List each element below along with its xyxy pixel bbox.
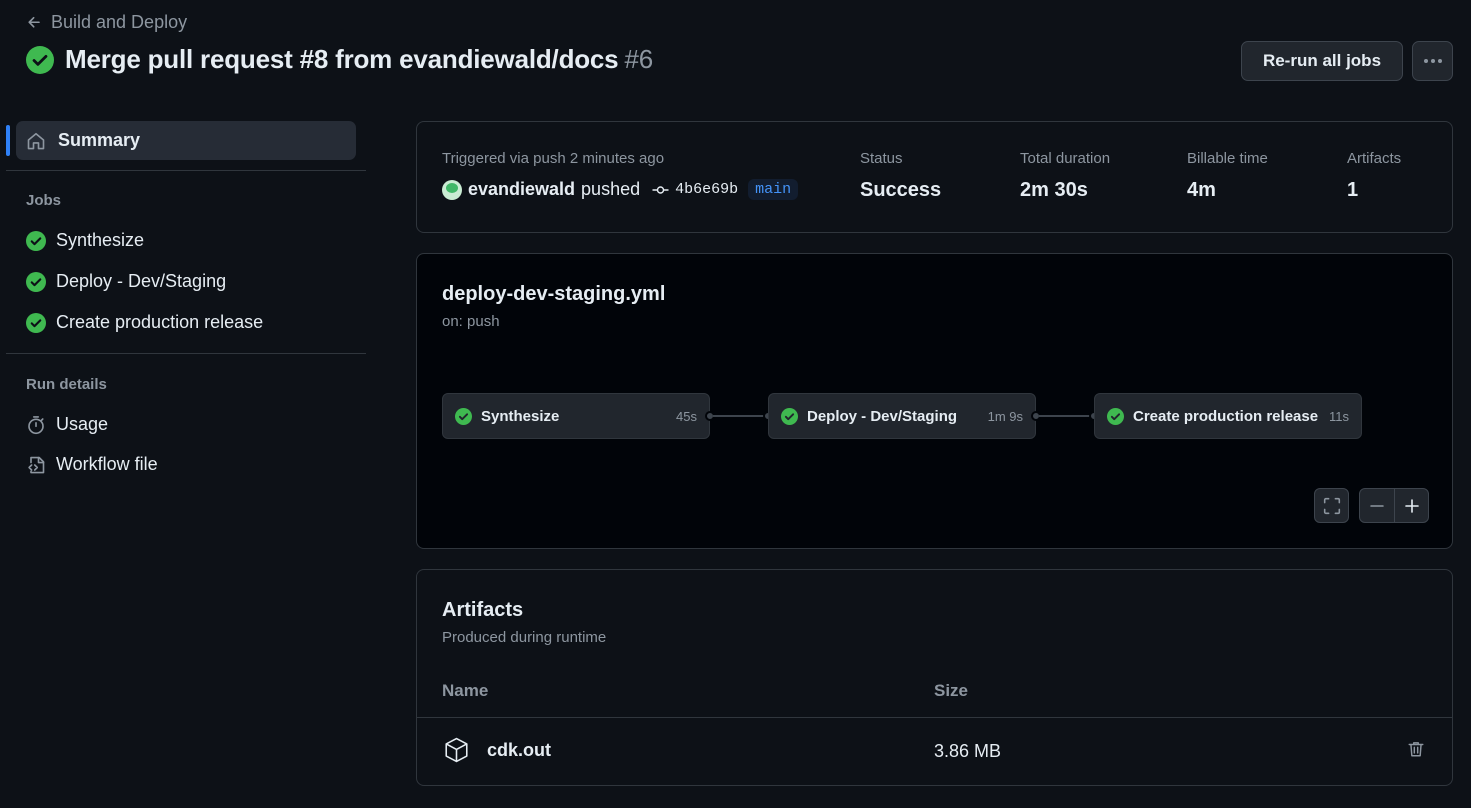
job-node-name: Synthesize	[481, 407, 560, 425]
git-commit-icon	[652, 185, 669, 194]
job-node-create-production-release[interactable]: Create production release 11s	[1094, 393, 1362, 439]
artifact-link[interactable]: cdk.out	[442, 735, 551, 765]
sidebar-item-usage[interactable]: Usage	[26, 414, 108, 435]
avatar[interactable]	[442, 179, 462, 200]
duration-column: Total duration 2m 30s	[1020, 150, 1110, 202]
status-value: Success	[860, 179, 942, 201]
trigger-info: Triggered via push 2 minutes ago evandie…	[442, 150, 799, 200]
job-node-duration: 45s	[676, 408, 697, 424]
column-header-size: Size	[934, 681, 969, 700]
check-circle-fill-icon	[1107, 407, 1124, 425]
back-link[interactable]: Build and Deploy	[26, 12, 187, 33]
status-column: Status Success	[860, 150, 941, 202]
job-node-name: Create production release	[1133, 407, 1319, 425]
screen-full-icon	[1323, 497, 1340, 514]
status-label: Status	[860, 150, 903, 167]
workflow-graph-card: deploy-dev-staging.yml on: push Synthesi…	[416, 253, 1453, 549]
more-options-button[interactable]	[1412, 41, 1453, 81]
sidebar-item-label: Workflow file	[56, 454, 158, 474]
sidebar-item-deploy-dev-staging[interactable]: Deploy - Dev/Staging	[26, 271, 226, 292]
fullscreen-button[interactable]	[1314, 488, 1349, 523]
commit-sha: 4b6e69b	[675, 181, 739, 198]
rerun-all-jobs-button[interactable]: Re-run all jobs	[1241, 41, 1403, 81]
check-circle-fill-icon	[26, 271, 46, 292]
job-node-duration: 1m 9s	[987, 408, 1023, 424]
workflow-trigger: on: push	[442, 313, 500, 330]
sidebar-item-create-production-release[interactable]: Create production release	[26, 312, 263, 333]
artifacts-card: Artifacts Produced during runtime Name S…	[416, 569, 1453, 786]
billable-label: Billable time	[1187, 150, 1268, 167]
home-icon	[27, 132, 45, 149]
run-summary-card: Triggered via push 2 minutes ago evandie…	[416, 121, 1453, 233]
check-circle-fill-icon	[26, 312, 46, 333]
sidebar-item-label: Deploy - Dev/Staging	[56, 271, 227, 291]
package-icon	[445, 737, 468, 763]
delete-artifact-button[interactable]	[1407, 739, 1425, 764]
billable-value: 4m	[1187, 179, 1216, 201]
table-divider	[417, 717, 1452, 718]
branch-tag[interactable]: main	[748, 179, 799, 200]
sidebar-heading-run-details: Run details	[26, 376, 107, 393]
plus-icon	[1404, 498, 1419, 513]
zoom-out-button[interactable]	[1359, 488, 1395, 523]
run-title-text: Merge pull request #8 from evandiewald/d…	[65, 44, 619, 74]
run-title-row: Merge pull request #8 from evandiewald/d…	[26, 44, 653, 75]
triggered-text: Triggered via push 2 minutes ago	[442, 150, 665, 167]
sidebar-active-indicator	[6, 125, 10, 156]
trash-icon	[1408, 742, 1424, 757]
sidebar-heading-jobs: Jobs	[26, 192, 62, 209]
artifacts-count-label: Artifacts	[1347, 150, 1402, 167]
job-node-synthesize[interactable]: Synthesize 45s	[442, 393, 710, 439]
run-number: #6	[624, 44, 653, 74]
check-circle-fill-icon	[26, 230, 46, 251]
artifacts-count-value[interactable]: 1	[1347, 179, 1401, 202]
zoom-in-button[interactable]	[1394, 488, 1429, 523]
arrow-left-icon	[28, 16, 40, 28]
artifact-name: cdk.out	[487, 739, 552, 760]
sidebar-item-label: Summary	[58, 130, 141, 150]
job-node-deploy-dev-staging[interactable]: Deploy - Dev/Staging 1m 9s	[768, 393, 1036, 439]
workflow-file-name: deploy-dev-staging.yml	[442, 283, 666, 305]
kebab-horizontal-icon	[1423, 59, 1442, 63]
sidebar-item-label: Create production release	[56, 312, 264, 332]
sidebar-divider	[6, 353, 366, 354]
page-title: Merge pull request #8 from evandiewald/d…	[65, 44, 653, 75]
job-node-duration: 11s	[1329, 408, 1349, 424]
dash-icon	[1370, 504, 1384, 507]
duration-value: 2m 30s	[1020, 179, 1088, 201]
billable-column: Billable time 4m	[1187, 150, 1268, 202]
sidebar-item-synthesize[interactable]: Synthesize	[26, 230, 144, 251]
back-link-label: Build and Deploy	[51, 12, 188, 32]
job-connector	[713, 415, 765, 417]
artifact-size: 3.86 MB	[934, 741, 1002, 761]
check-circle-fill-icon	[781, 407, 798, 425]
sidebar-item-summary[interactable]: Summary	[16, 121, 356, 160]
action-text: pushed	[581, 179, 641, 199]
commit-link[interactable]: 4b6e69b	[652, 181, 738, 198]
sidebar-divider	[6, 170, 366, 171]
job-node-name: Deploy - Dev/Staging	[807, 407, 958, 425]
check-circle-fill-icon	[26, 45, 54, 74]
duration-label: Total duration	[1020, 150, 1111, 167]
sidebar-item-label: Usage	[56, 414, 109, 434]
sidebar-item-workflow-file[interactable]: Workflow file	[26, 454, 158, 475]
job-connector	[1039, 415, 1091, 417]
column-header-name: Name	[442, 681, 489, 700]
artifacts-subtitle: Produced during runtime	[442, 629, 607, 646]
artifacts-title: Artifacts	[442, 599, 524, 621]
stopwatch-icon	[28, 415, 44, 434]
check-circle-fill-icon	[455, 407, 472, 425]
actor-link[interactable]: evandiewald	[468, 179, 575, 200]
artifacts-count-column: Artifacts 1	[1347, 150, 1401, 202]
file-code-icon	[28, 456, 45, 473]
sidebar-item-label: Synthesize	[56, 230, 145, 250]
